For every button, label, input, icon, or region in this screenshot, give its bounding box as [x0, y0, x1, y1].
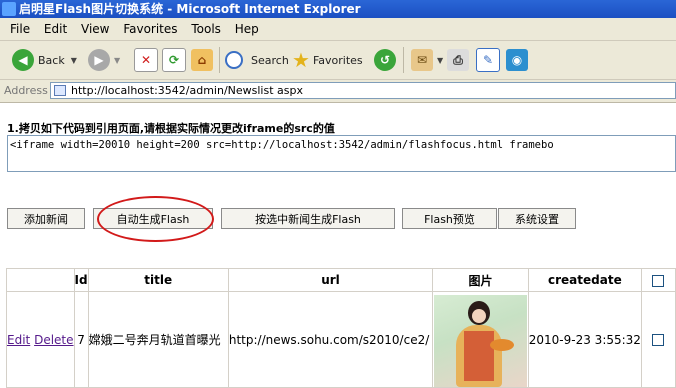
forward-dropdown-icon[interactable]: ▼ [114, 56, 120, 65]
add-news-button[interactable]: 添加新闻 [7, 208, 85, 229]
row-select-cell [640, 291, 676, 388]
page-icon [54, 85, 66, 96]
menu-file[interactable]: File [10, 18, 30, 40]
back-button[interactable]: ◀ Back ▼ [12, 47, 77, 73]
header-id: Id [73, 268, 89, 292]
header-createdate: createdate [527, 268, 642, 292]
history-button[interactable]: ↺ [374, 47, 396, 73]
menu-edit[interactable]: Edit [44, 18, 67, 40]
table-header-row: Id title url 图片 createdate [6, 268, 676, 292]
stop-button[interactable]: ✕ [134, 47, 158, 73]
address-bar: Address http://localhost:3542/admin/News… [0, 80, 676, 103]
menu-bar: File Edit View Favorites Tools Hep [0, 18, 676, 41]
menu-view[interactable]: View [81, 18, 109, 40]
home-button[interactable]: ⌂ [191, 47, 213, 73]
news-table: Id title url 图片 createdate Edit Delete 7… [6, 268, 676, 388]
search-button[interactable]: Search [225, 47, 289, 73]
toolbar-divider [219, 47, 220, 73]
refresh-icon: ⟳ [162, 48, 186, 72]
toolbar: ◀ Back ▼ ▶ ▼ ✕ ⟳ ⌂ Search ★ Favorites ↺ … [0, 41, 676, 80]
menu-tools[interactable]: Tools [191, 18, 221, 40]
stop-icon: ✕ [134, 48, 158, 72]
favorites-button[interactable]: ★ Favorites [292, 47, 363, 73]
row-image-cell [432, 291, 529, 388]
home-icon: ⌂ [191, 49, 213, 71]
address-input[interactable]: http://localhost:3542/admin/Newslist asp… [50, 82, 676, 99]
history-icon: ↺ [374, 49, 396, 71]
row-title: 嫦娥二号奔月轨道首曝光 [87, 291, 229, 388]
row-url: http://news.sohu.com/s2010/ce2/ [227, 291, 434, 388]
table-row: Edit Delete 7 嫦娥二号奔月轨道首曝光 http://news.so… [6, 291, 676, 388]
select-all-checkbox[interactable] [652, 274, 665, 287]
refresh-button[interactable]: ⟳ [162, 47, 186, 73]
mail-icon: ✉ [411, 49, 433, 71]
header-actions [6, 268, 75, 292]
delete-link[interactable]: Delete [34, 333, 73, 347]
print-icon: ⎙ [447, 49, 469, 71]
window-title: 启明星Flash图片切换系统 - Microsoft Internet Expl… [19, 2, 361, 16]
row-actions: Edit Delete [6, 291, 75, 388]
back-dropdown-icon[interactable]: ▼ [71, 56, 77, 65]
header-image: 图片 [432, 268, 529, 292]
generate-selected-flash-button[interactable]: 按选中新闻生成Flash [221, 208, 395, 229]
toolbar-divider [403, 47, 404, 73]
print-button[interactable]: ⎙ [447, 47, 469, 73]
star-icon: ★ [292, 48, 310, 72]
address-label: Address [4, 84, 48, 97]
news-thumbnail [433, 294, 527, 387]
forward-arrow-icon: ▶ [88, 49, 110, 71]
ie-logo-icon [2, 2, 16, 16]
messenger-button[interactable]: ◉ [506, 47, 528, 73]
header-url: url [227, 268, 434, 292]
row-id: 7 [73, 291, 89, 388]
row-checkbox[interactable] [652, 334, 665, 346]
instruction-text: 1.拷贝如下代码到引用页面,请根据实际情况更改iframe的src的值 [7, 122, 335, 135]
menu-help[interactable]: Hep [235, 18, 259, 40]
mail-button[interactable]: ✉ ▼ [411, 47, 443, 73]
edit-page-icon: ✎ [476, 48, 500, 72]
header-select [640, 268, 676, 292]
header-title: title [87, 268, 229, 292]
edit-page-button[interactable]: ✎ [476, 47, 500, 73]
code-text: <iframe width=20010 height=200 src=http:… [10, 139, 554, 151]
back-arrow-icon: ◀ [12, 49, 34, 71]
window-title-bar: 启明星Flash图片切换系统 - Microsoft Internet Expl… [0, 0, 676, 18]
system-settings-button[interactable]: 系统设置 [498, 208, 576, 229]
messenger-icon: ◉ [506, 49, 528, 71]
forward-button[interactable]: ▶ ▼ [88, 47, 120, 73]
red-highlight-ellipse [97, 196, 214, 242]
row-createdate: 2010-9-23 3:55:32 [527, 291, 642, 388]
search-icon [225, 51, 243, 69]
flash-preview-button[interactable]: Flash预览 [402, 208, 497, 229]
menu-favorites[interactable]: Favorites [123, 18, 177, 40]
code-textarea[interactable]: <iframe width=20010 height=200 src=http:… [7, 135, 676, 172]
mail-dropdown-icon[interactable]: ▼ [437, 56, 443, 65]
address-url: http://localhost:3542/admin/Newslist asp… [71, 84, 303, 97]
edit-link[interactable]: Edit [7, 333, 30, 347]
